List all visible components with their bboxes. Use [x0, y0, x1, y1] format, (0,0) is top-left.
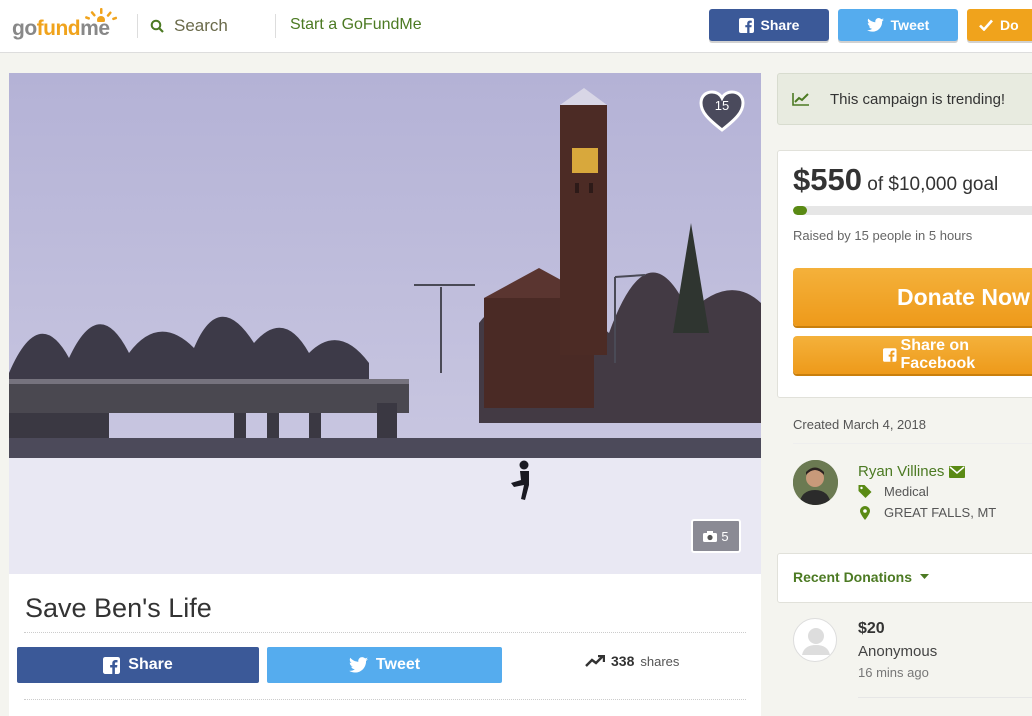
location-label: GREAT FALLS, MT: [884, 505, 997, 520]
facebook-icon: [103, 656, 121, 674]
share-label: Share: [760, 17, 800, 33]
search-icon: [150, 19, 164, 33]
twitter-icon: [348, 657, 368, 673]
header-facebook-share-button[interactable]: Share: [709, 9, 829, 41]
user-silhouette-icon: [802, 628, 830, 655]
photo-count-badge[interactable]: 5: [691, 519, 741, 553]
header-tweet-button[interactable]: Tweet: [838, 9, 958, 41]
heart-count: 15: [714, 98, 730, 113]
category-label: Medical: [884, 484, 929, 499]
top-header: gofundme Search Start a GoFundMe Share T…: [0, 0, 1032, 53]
recent-donations-toggle[interactable]: Recent Donations: [793, 569, 930, 585]
tweet-label: Tweet: [890, 17, 930, 33]
logo-wordmark: gofundme: [12, 17, 110, 40]
caret-down-icon: [920, 574, 930, 579]
raised-by-text: Raised by 15 people in 5 hours: [793, 228, 973, 243]
organizer-avatar[interactable]: [793, 460, 838, 505]
divider: [858, 697, 1032, 698]
header-divider: [275, 14, 276, 38]
trending-arrow-icon: [585, 655, 605, 667]
recent-donations-label: Recent Donations: [793, 569, 913, 585]
photo-count: 5: [721, 528, 729, 544]
divider: [24, 632, 746, 633]
divider: [793, 443, 1032, 444]
donate-now-button[interactable]: Donate Now: [793, 268, 1032, 326]
organizer-name: Ryan Villines: [858, 463, 945, 480]
tweet-label: Tweet: [375, 656, 421, 673]
share-label: Share: [128, 656, 173, 673]
gofundme-logo[interactable]: gofundme: [12, 8, 122, 40]
campaign-photo[interactable]: [9, 73, 761, 574]
organizer-link[interactable]: Ryan Villines: [858, 463, 966, 480]
donation-amount: $20: [858, 620, 885, 637]
goal-text: of $10,000 goal: [867, 174, 999, 195]
share-on-facebook-button[interactable]: Share on Facebook: [793, 336, 1032, 374]
header-divider: [137, 14, 138, 38]
camera-icon: [703, 530, 718, 542]
search-link[interactable]: Search: [150, 15, 228, 37]
campaign-title: Save Ben's Life: [25, 593, 212, 623]
tweet-button[interactable]: Tweet: [267, 647, 502, 683]
donation-time: 16 mins ago: [858, 665, 929, 680]
share-facebook-label: Share on Facebook: [900, 337, 976, 372]
created-date: Created March 4, 2018: [793, 417, 926, 432]
trending-text: This campaign is trending!: [830, 90, 1006, 108]
progress-fill: [793, 206, 807, 215]
facebook-icon: [738, 17, 754, 33]
progress-bar: [793, 206, 1032, 215]
checkmark-icon: [979, 19, 993, 31]
donor-avatar: [793, 618, 837, 662]
twitter-icon: [866, 18, 884, 32]
campaign-location: GREAT FALLS, MT: [858, 505, 996, 520]
start-gofundme-link[interactable]: Start a GoFundMe: [290, 16, 422, 34]
tag-icon: [858, 485, 872, 498]
organizer-photo: [793, 460, 838, 505]
share-count: 338 shares: [585, 653, 679, 669]
facebook-icon: [883, 348, 897, 362]
facebook-share-button[interactable]: Share: [17, 647, 259, 683]
map-pin-icon: [860, 505, 870, 520]
header-donate-button[interactable]: Do: [967, 9, 1032, 41]
donate-label: Do: [1000, 17, 1019, 33]
share-number: 338: [611, 653, 635, 669]
trending-banner: This campaign is trending!: [777, 73, 1032, 125]
shares-word: shares: [640, 653, 680, 669]
campaign-category: Medical: [858, 484, 929, 499]
raised-summary: $550 of $10,000 goal: [793, 162, 998, 198]
raised-amount: $550: [793, 162, 862, 197]
envelope-icon[interactable]: [949, 465, 966, 478]
donor-name: Anonymous: [858, 643, 938, 660]
search-label: Search: [174, 16, 228, 35]
divider: [24, 699, 746, 700]
trending-chart-icon: [792, 93, 809, 106]
winter-scene-image: [9, 73, 761, 574]
